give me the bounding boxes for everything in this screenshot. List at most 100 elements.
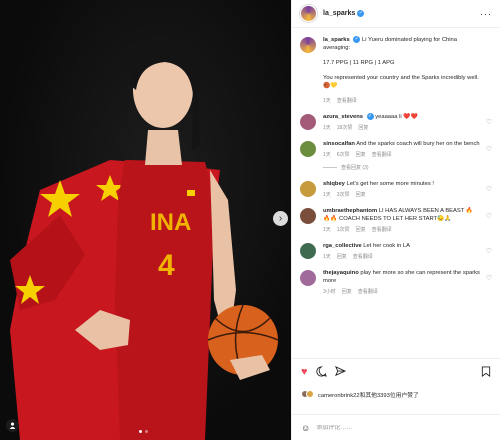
caption-handle[interactable]: la_sparks bbox=[323, 37, 350, 43]
avatar bbox=[306, 390, 314, 398]
post-header: la_sparks ✓ ··· bbox=[292, 0, 500, 28]
bookmark-icon[interactable] bbox=[481, 365, 491, 380]
avatar[interactable] bbox=[300, 5, 317, 22]
caption-meta: 1天 查看翻译 bbox=[323, 97, 480, 105]
comment-meta: 1天 18次赞 回复 bbox=[323, 124, 480, 132]
translate-link[interactable]: 查看翻译 bbox=[372, 151, 392, 159]
comment-item: azura_stevens ✓ yeaaaaa li ❤️❤️ 1天 18次赞 … bbox=[300, 113, 492, 132]
comment-body: umbraethephantom LI HAS ALWAYS BEEN A BE… bbox=[323, 207, 492, 234]
reply-link[interactable]: 回复 bbox=[356, 191, 366, 199]
share-icon[interactable] bbox=[334, 365, 346, 380]
comment-likes[interactable]: 18次赞 bbox=[337, 124, 353, 132]
jersey bbox=[115, 160, 215, 440]
comment-body: shiqbey Let's get her some more minutes … bbox=[323, 180, 492, 199]
player-illustration: INA 4 bbox=[10, 42, 279, 440]
heart-icon[interactable]: ♡ bbox=[486, 118, 492, 126]
comment-author[interactable]: shiqbey bbox=[323, 181, 345, 187]
post-sidebar: la_sparks ✓ ··· la_sparks ✓ Li Yueru dom… bbox=[291, 0, 500, 440]
comment-body: rga_collective Let her cook in LA 1天 回复 … bbox=[323, 242, 492, 261]
translate-link[interactable]: 查看翻译 bbox=[372, 226, 392, 234]
comment-likes[interactable]: 1次赞 bbox=[337, 226, 350, 234]
reply-link[interactable]: 回复 bbox=[356, 226, 366, 234]
avatar[interactable] bbox=[300, 270, 316, 287]
comments-list: la_sparks ✓ Li Yueru dominated playing f… bbox=[292, 30, 500, 358]
comment-time: 1天 bbox=[323, 125, 331, 132]
comment-item: shiqbey Let's get her some more minutes … bbox=[300, 180, 492, 199]
view-replies-label[interactable]: 查看回复 (3) bbox=[341, 164, 369, 171]
comment-author[interactable]: thejayaquino bbox=[323, 270, 359, 276]
avatar[interactable] bbox=[300, 243, 316, 260]
avatar[interactable] bbox=[300, 208, 316, 225]
comment-text: And the sparks coach will bury her on th… bbox=[356, 141, 480, 148]
right-arm bbox=[210, 170, 236, 330]
comment-input[interactable] bbox=[316, 424, 467, 431]
comment-body: thejayaquino play her more so she can re… bbox=[323, 269, 492, 296]
comment-text: Let's get her some more minutes ! bbox=[346, 181, 434, 188]
carousel-dot bbox=[145, 430, 148, 433]
post-photo[interactable]: INA 4 › bbox=[0, 0, 291, 440]
comment-icon[interactable] bbox=[315, 365, 327, 380]
caption-line: You represented your country and the Spa… bbox=[323, 75, 479, 90]
verified-badge-icon: ✓ bbox=[353, 36, 361, 43]
heart-filled-icon[interactable]: ♥ bbox=[301, 367, 308, 378]
verified-badge-icon: ✓ bbox=[366, 113, 374, 121]
divider bbox=[323, 167, 337, 169]
verified-badge-icon: ✓ bbox=[357, 10, 365, 17]
heart-icon[interactable]: ♡ bbox=[486, 185, 492, 193]
avatar[interactable] bbox=[300, 114, 316, 131]
liked-by-text[interactable]: cameronbrink22和其他3393位用户赞了 bbox=[318, 390, 419, 399]
avatar[interactable] bbox=[300, 181, 316, 198]
caption-line: 17.7 PPG | 11 RPG | 1 APG bbox=[323, 60, 395, 67]
post-author-handle[interactable]: la_sparks bbox=[323, 10, 355, 17]
translate-link[interactable]: 查看翻译 bbox=[353, 253, 373, 261]
comment-time: 1天 bbox=[323, 152, 331, 159]
tagged-users-button[interactable] bbox=[6, 419, 19, 432]
comment-item: sinsocalfan And the sparks coach will bu… bbox=[300, 140, 492, 159]
jersey-text: INA bbox=[150, 209, 191, 236]
more-horizontal-icon[interactable]: ··· bbox=[480, 9, 492, 19]
comment-likes[interactable]: 3次赞 bbox=[337, 191, 350, 199]
comment-time: 1天 bbox=[323, 254, 331, 261]
comment-author[interactable]: umbraethephantom bbox=[323, 208, 377, 214]
avatar[interactable] bbox=[300, 141, 316, 158]
translate-link[interactable]: 查看翻译 bbox=[337, 97, 357, 105]
comment-item: rga_collective Let her cook in LA 1天 回复 … bbox=[300, 242, 492, 261]
heart-icon[interactable]: ♡ bbox=[486, 212, 492, 220]
neck bbox=[145, 130, 182, 165]
comment-meta: 1天 1次赞 回复 查看翻译 bbox=[323, 226, 480, 234]
comment-likes[interactable]: 6次赞 bbox=[337, 151, 350, 159]
emoji-icon[interactable]: ☺ bbox=[301, 423, 310, 433]
translate-link[interactable]: 查看翻译 bbox=[358, 288, 378, 296]
jersey-flag-patch bbox=[187, 190, 195, 196]
comment-time: 1天 bbox=[323, 192, 331, 199]
comment-body: sinsocalfan And the sparks coach will bu… bbox=[323, 140, 492, 159]
comment-time: 1天 bbox=[323, 227, 331, 234]
caption: la_sparks ✓ Li Yueru dominated playing f… bbox=[300, 36, 492, 105]
reply-link[interactable]: 回复 bbox=[337, 253, 347, 261]
comment-author[interactable]: sinsocalfan bbox=[323, 141, 355, 147]
comment-time: 1天 bbox=[323, 98, 331, 105]
comment-text: Let her cook in LA bbox=[363, 243, 411, 250]
comment-time: 3小时 bbox=[323, 289, 336, 296]
comment-meta: 1天 6次赞 回复 查看翻译 bbox=[323, 151, 480, 159]
post-actions-bar: ♥ bbox=[292, 358, 500, 386]
comment-author[interactable]: rga_collective bbox=[323, 243, 362, 249]
reply-link[interactable]: 回复 bbox=[342, 288, 352, 296]
next-photo-button[interactable]: › bbox=[273, 211, 288, 226]
heart-icon[interactable]: ♡ bbox=[486, 274, 492, 282]
reply-link[interactable]: 回复 bbox=[356, 151, 366, 159]
heart-icon[interactable]: ♡ bbox=[486, 145, 492, 153]
jersey-number: 4 bbox=[158, 249, 175, 282]
heart-icon[interactable]: ♡ bbox=[486, 247, 492, 255]
person-icon bbox=[9, 422, 16, 429]
liked-by-row[interactable]: cameronbrink22和其他3393位用户赞了 bbox=[292, 386, 500, 402]
view-replies-toggle[interactable]: 查看回复 (3) bbox=[323, 164, 492, 171]
comment-body: azura_stevens ✓ yeaaaaa li ❤️❤️ 1天 18次赞 … bbox=[323, 113, 492, 132]
chevron-right-icon: › bbox=[278, 212, 283, 224]
comment-meta: 3小时 回复 查看翻译 bbox=[323, 288, 480, 296]
comment-author[interactable]: azura_stevens bbox=[323, 114, 363, 120]
comment-meta: 1天 回复 查看翻译 bbox=[323, 253, 480, 261]
reply-link[interactable]: 回复 bbox=[358, 124, 368, 132]
carousel-dots bbox=[139, 430, 148, 433]
avatar[interactable] bbox=[300, 37, 316, 53]
